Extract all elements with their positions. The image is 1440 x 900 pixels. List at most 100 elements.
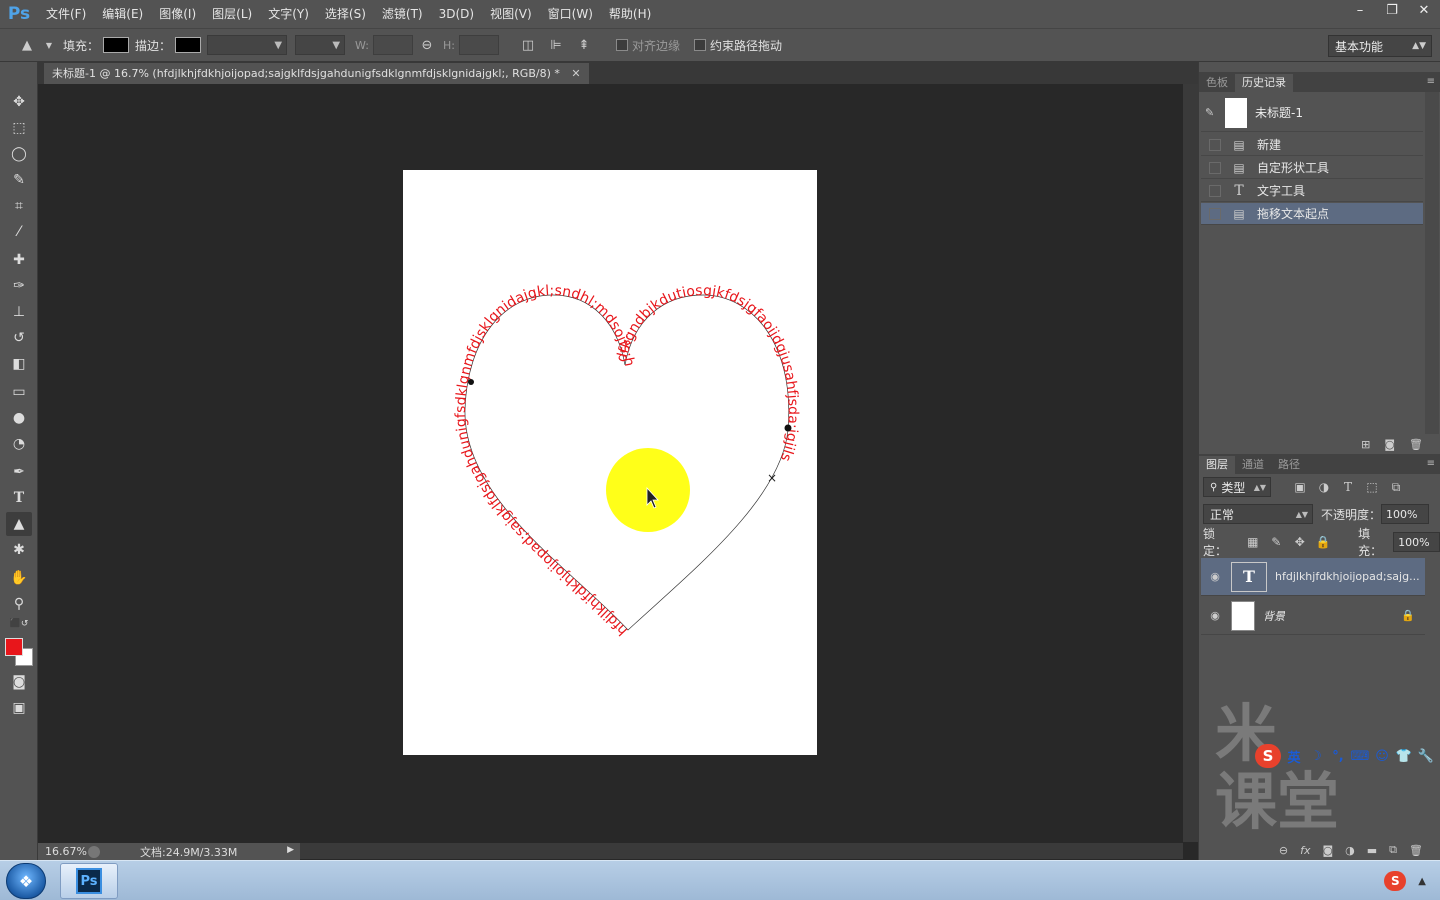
path-arrangement-icon[interactable]: ⇞ <box>573 34 595 56</box>
history-scrollbar[interactable] <box>1425 92 1439 434</box>
punctuation-icon[interactable]: °, <box>1329 747 1347 765</box>
status-info-icon[interactable] <box>88 845 100 858</box>
menu-filter[interactable]: 滤镜(T) <box>374 0 431 28</box>
menu-layer[interactable]: 图层(L) <box>204 0 260 28</box>
layer-name[interactable]: 背景 <box>1263 608 1285 624</box>
document-canvas[interactable]: hfdjlkhjfdkhjoijopad;sajgklfdsjgahdunigf… <box>403 170 817 755</box>
layer-row-text[interactable]: ◉ T hfdjlkhjfdkhjoijopad;sajg... <box>1201 558 1425 596</box>
stroke-type-dropdown[interactable]: ▼ <box>295 35 346 55</box>
vertical-scrollbar[interactable] <box>1183 84 1198 842</box>
history-item-custom-shape[interactable]: ▤ 自定形状工具 <box>1201 157 1423 179</box>
menu-image[interactable]: 图像(I) <box>151 0 204 28</box>
lasso-tool-icon[interactable]: ◯ <box>6 142 32 166</box>
menu-view[interactable]: 视图(V) <box>482 0 540 28</box>
constrain-path-checkbox[interactable] <box>693 39 706 51</box>
blend-mode-dropdown[interactable]: 正常 ▲▼ <box>1203 504 1313 524</box>
history-checkbox[interactable] <box>1209 161 1221 174</box>
user-icon[interactable]: ☺ <box>1373 747 1391 765</box>
visibility-eye-icon[interactable]: ◉ <box>1205 609 1225 622</box>
menu-window[interactable]: 窗口(W) <box>540 0 601 28</box>
sogou-tray-icon[interactable]: S <box>1384 871 1407 891</box>
swap-colors-icon[interactable]: ⬛↺ <box>6 618 32 630</box>
hand-tool-icon[interactable]: ✋ <box>6 566 32 590</box>
custom-shape-tool-icon[interactable]: ✱ <box>6 538 32 562</box>
status-menu-arrow-icon[interactable]: ▶ <box>287 845 294 855</box>
tab-layers[interactable]: 图层 <box>1199 456 1235 474</box>
pen-tool-icon[interactable]: ✒ <box>6 460 32 484</box>
delete-layer-icon[interactable]: 🗑 <box>1409 844 1423 857</box>
align-edges-checkbox[interactable] <box>615 39 628 51</box>
brush-tool-icon[interactable]: ✑ <box>6 274 32 298</box>
new-group-icon[interactable]: ▬ <box>1367 844 1377 857</box>
menu-3d[interactable]: 3D(D) <box>431 0 482 28</box>
close-tab-icon[interactable]: ✕ <box>571 67 580 80</box>
new-layer-icon[interactable]: ⧉ <box>1389 843 1397 857</box>
foreground-color-swatch[interactable] <box>5 638 23 656</box>
add-mask-icon[interactable]: ◙ <box>1322 844 1333 857</box>
adjustment-filter-icon[interactable]: ◑ <box>1315 479 1333 495</box>
gradient-tool-icon[interactable]: ▭ <box>6 380 32 404</box>
stroke-width-dropdown[interactable]: ▼ <box>207 35 288 55</box>
blur-tool-icon[interactable]: ● <box>6 406 32 430</box>
settings-wrench-icon[interactable]: 🔧 <box>1417 747 1435 765</box>
fill-field[interactable]: 100% <box>1393 532 1440 552</box>
tab-swatches[interactable]: 色板 <box>1199 74 1235 92</box>
history-brush-tool-icon[interactable]: ↺ <box>6 326 32 350</box>
workspace-dropdown[interactable]: 基本功能 ▲▼ <box>1328 35 1432 57</box>
menu-type[interactable]: 文字(Y) <box>260 0 317 28</box>
image-filter-icon[interactable]: ▣ <box>1291 479 1309 495</box>
lock-transparent-icon[interactable]: ▦ <box>1244 534 1262 550</box>
tab-channels[interactable]: 通道 <box>1235 456 1271 474</box>
menu-select[interactable]: 选择(S) <box>317 0 374 28</box>
shape-filter-icon[interactable]: ⬚ <box>1363 479 1381 495</box>
stroke-swatch[interactable] <box>175 37 202 53</box>
minimize-button[interactable]: – <box>1344 0 1376 20</box>
ime-language-toggle[interactable]: 英 <box>1285 747 1303 766</box>
new-document-from-state-icon[interactable]: ⊞ <box>1361 438 1370 451</box>
sogou-logo-icon[interactable]: S <box>1255 744 1281 768</box>
history-brush-source-icon[interactable]: ✎ <box>1205 106 1214 119</box>
path-selection-tool-icon[interactable]: ▲ <box>6 512 32 536</box>
eraser-tool-icon[interactable]: ◧ <box>6 352 32 376</box>
lock-position-icon[interactable]: ✥ <box>1291 534 1309 550</box>
anchor-point[interactable] <box>468 379 474 385</box>
link-layers-icon[interactable]: ⊖ <box>1279 844 1288 857</box>
adjustment-layer-icon[interactable]: ◑ <box>1345 844 1355 857</box>
tool-preset-chevron-icon[interactable]: ▼ <box>44 34 54 56</box>
history-item-type-tool[interactable]: T 文字工具 <box>1201 180 1423 202</box>
new-snapshot-icon[interactable]: ◙ <box>1384 438 1395 451</box>
quick-select-tool-icon[interactable]: ✎ <box>6 168 32 192</box>
move-tool-icon[interactable]: ✥ <box>6 90 32 114</box>
history-checkbox[interactable] <box>1209 138 1221 151</box>
zoom-tool-icon[interactable]: ⚲ <box>6 592 32 616</box>
anchor-point[interactable] <box>784 424 792 432</box>
tab-history[interactable]: 历史记录 <box>1235 74 1293 92</box>
text-start-marker[interactable]: × <box>767 471 777 485</box>
panel-menu-icon[interactable]: ≡ <box>1427 76 1435 87</box>
eyedropper-tool-icon[interactable]: ⁄ <box>6 220 32 244</box>
width-field[interactable] <box>372 35 413 55</box>
history-checkbox[interactable] <box>1209 207 1221 220</box>
history-checkbox[interactable] <box>1209 184 1221 197</box>
delete-state-icon[interactable]: 🗑 <box>1409 438 1423 451</box>
canvas-area[interactable]: hfdjlkhjfdkhjoijopad;sajgklfdsjgahdunigf… <box>38 84 1198 842</box>
half-width-icon[interactable]: ☽ <box>1307 747 1325 765</box>
fill-swatch[interactable] <box>103 37 130 53</box>
direct-select-tool-icon[interactable]: ▲ <box>16 34 38 56</box>
layer-name[interactable]: hfdjlkhjfdkhjoijopad;sajg... <box>1275 570 1420 583</box>
taskbar-photoshop-button[interactable]: Ps <box>60 863 118 899</box>
history-item-new[interactable]: ▤ 新建 <box>1201 134 1423 156</box>
height-field[interactable] <box>458 35 499 55</box>
layer-style-icon[interactable]: fx <box>1300 844 1310 857</box>
type-tool-icon[interactable]: T <box>6 486 32 510</box>
path-operations-icon[interactable]: ◫ <box>517 34 539 56</box>
opacity-field[interactable]: 100% <box>1381 504 1430 524</box>
history-snapshot[interactable]: ✎ 未标题-1 <box>1201 94 1423 132</box>
stamp-tool-icon[interactable]: ⊥ <box>6 300 32 324</box>
panel-menu-icon[interactable]: ≡ <box>1427 458 1435 469</box>
menu-edit[interactable]: 编辑(E) <box>94 0 151 28</box>
skin-icon[interactable]: 👕 <box>1395 747 1413 765</box>
visibility-eye-icon[interactable]: ◉ <box>1205 570 1225 583</box>
layer-row-background[interactable]: ◉ 背景 🔒 <box>1201 597 1425 635</box>
horizontal-scrollbar[interactable] <box>298 843 1183 859</box>
